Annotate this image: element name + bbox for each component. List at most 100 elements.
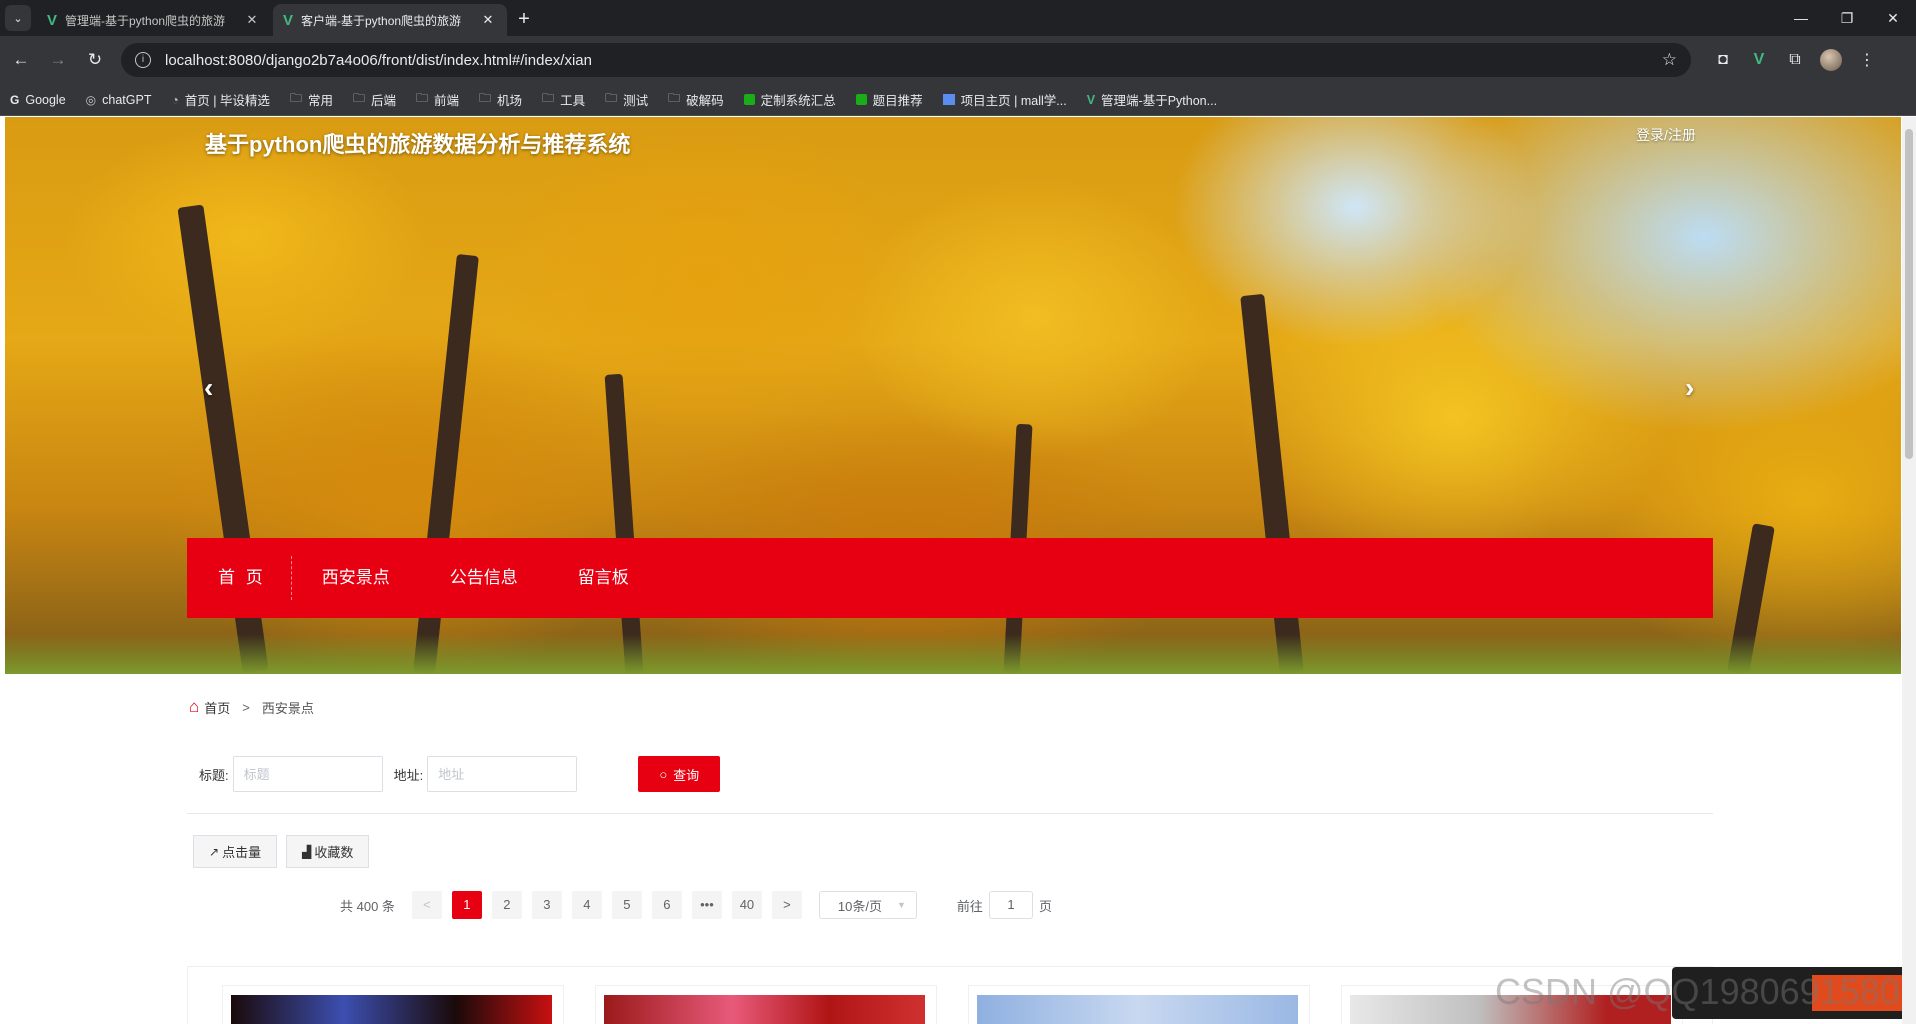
trend-icon: ↗ bbox=[209, 844, 220, 859]
page-button[interactable]: 5 bbox=[611, 891, 642, 919]
next-page-button[interactable]: > bbox=[771, 891, 802, 919]
browser-tab-strip: ⌄ V 管理端-基于python爬虫的旅游 ✕ V 客户端-基于python爬虫… bbox=[0, 0, 1916, 36]
folder-icon: 🗀 bbox=[542, 91, 555, 105]
tab-close-icon[interactable]: ✕ bbox=[243, 11, 261, 29]
sort-by-clicks-button[interactable]: ↗ 点击量 bbox=[193, 835, 278, 868]
page-button[interactable]: 1 bbox=[451, 891, 482, 919]
bookmark-sheet[interactable]: 定制系统汇总 bbox=[743, 90, 836, 109]
folder-icon: 🗀 bbox=[352, 91, 365, 105]
folder-icon: 🗀 bbox=[605, 91, 618, 105]
more-pages-button[interactable]: ••• bbox=[691, 891, 722, 919]
site-info-icon[interactable]: i bbox=[135, 52, 151, 68]
carousel-prev-icon[interactable]: ‹ bbox=[204, 372, 213, 404]
vue-icon: V bbox=[283, 11, 294, 29]
bookmark-folder[interactable]: 🗀 后端 bbox=[353, 89, 396, 110]
page-scrollbar[interactable] bbox=[1902, 117, 1916, 1024]
nav-home[interactable]: 首 页 bbox=[187, 556, 292, 600]
new-tab-button[interactable]: + bbox=[509, 4, 539, 36]
address-label: 地址: bbox=[393, 767, 424, 783]
attraction-card[interactable] bbox=[222, 985, 564, 1024]
tab-close-icon[interactable]: ✕ bbox=[479, 11, 497, 29]
chart-icon: ▟ bbox=[302, 844, 312, 859]
pagination: 共 400 条 < 1 2 3 4 5 6 ••• 40 > 10条/页 ▼ 前… bbox=[340, 891, 1052, 919]
extension-icon[interactable]: ◘ bbox=[1705, 51, 1741, 69]
back-button[interactable]: ← bbox=[5, 44, 37, 76]
goto-page-input[interactable]: 1 bbox=[988, 891, 1033, 919]
title-input[interactable] bbox=[232, 756, 383, 792]
tab-search-button[interactable]: ⌄ bbox=[5, 5, 31, 31]
address-bar[interactable]: i localhost:8080/django2b7a4o06/front/di… bbox=[121, 43, 1691, 77]
search-button[interactable]: ○ 查询 bbox=[638, 756, 721, 792]
home-icon: ⌂ bbox=[189, 697, 200, 716]
close-window-button[interactable]: ✕ bbox=[1870, 0, 1916, 36]
breadcrumb-separator: > bbox=[242, 699, 250, 715]
goto-label: 前往 bbox=[956, 898, 983, 914]
prev-page-button[interactable]: < bbox=[411, 891, 442, 919]
bookmark-chatgpt[interactable]: ◎ chatGPT bbox=[86, 93, 152, 107]
minimize-button[interactable]: — bbox=[1778, 0, 1824, 36]
breadcrumb-current: 西安景点 bbox=[261, 700, 314, 716]
search-icon: ○ bbox=[659, 766, 668, 782]
bookmark-vue[interactable]: V 管理端-基于Python... bbox=[1087, 90, 1217, 109]
profile-avatar[interactable] bbox=[1820, 49, 1842, 71]
bookmark-folder[interactable]: 🗀 常用 bbox=[290, 89, 333, 110]
bookmark-folder[interactable]: 🗀 机场 bbox=[479, 89, 522, 110]
bookmark-star-icon[interactable]: ☆ bbox=[1662, 50, 1677, 70]
nav-xian-attractions[interactable]: 西安景点 bbox=[292, 556, 420, 600]
breadcrumb: ⌂ 首页 > 西安景点 bbox=[189, 697, 314, 717]
browser-toolbar: ← → ↻ i localhost:8080/django2b7a4o06/fr… bbox=[0, 36, 1916, 84]
vue-devtools-icon[interactable]: V bbox=[1741, 51, 1777, 69]
carousel-next-icon[interactable]: › bbox=[1685, 372, 1694, 404]
search-form: 标题: 地址: ○ 查询 bbox=[199, 756, 721, 792]
reload-button[interactable]: ↻ bbox=[79, 44, 111, 76]
folder-icon: 🗀 bbox=[415, 91, 428, 105]
address-input[interactable] bbox=[427, 756, 578, 792]
title-label: 标题: bbox=[199, 767, 229, 783]
browser-tab-client[interactable]: V 客户端-基于python爬虫的旅游 ✕ bbox=[273, 4, 507, 36]
pagination-total: 共 400 条 bbox=[340, 898, 395, 914]
restore-button[interactable]: ❐ bbox=[1824, 0, 1870, 36]
bookmark-folder[interactable]: 🗀 前端 bbox=[416, 89, 459, 110]
bookmark-folder[interactable]: 🗀 测试 bbox=[605, 89, 648, 110]
bookmark-folder[interactable]: 🗀 破解码 bbox=[668, 89, 724, 110]
menu-kebab-icon[interactable]: ⋮ bbox=[1849, 50, 1885, 70]
page-button[interactable]: 4 bbox=[571, 891, 602, 919]
page-icon bbox=[942, 94, 955, 105]
attraction-list bbox=[187, 966, 1713, 1024]
bookmark-site[interactable]: ◔ 首页 | 毕设精选 bbox=[171, 90, 269, 109]
browser-tab-admin[interactable]: V 管理端-基于python爬虫的旅游 ✕ bbox=[37, 4, 271, 36]
site-title: 基于python爬虫的旅游数据分析与推荐系统 bbox=[205, 132, 631, 157]
watermark: CSDN @QQ1980691580 bbox=[1495, 971, 1900, 1012]
nav-notices[interactable]: 公告信息 bbox=[420, 556, 548, 600]
divider bbox=[187, 813, 1713, 814]
page-button[interactable]: 40 bbox=[731, 891, 762, 919]
sort-favorites-label: 收藏数 bbox=[314, 845, 354, 860]
bookmark-folder[interactable]: 🗀 工具 bbox=[542, 89, 585, 110]
bookmark-google[interactable]: G Google bbox=[10, 93, 66, 107]
page-size-select[interactable]: 10条/页 ▼ bbox=[818, 891, 917, 919]
attraction-image bbox=[231, 995, 552, 1024]
scrollbar-thumb[interactable] bbox=[1905, 129, 1913, 459]
chevron-down-icon: ▼ bbox=[897, 900, 906, 910]
forward-button[interactable]: → bbox=[42, 44, 74, 76]
attraction-card[interactable] bbox=[595, 985, 937, 1024]
nav-message-board[interactable]: 留言板 bbox=[548, 556, 659, 600]
attraction-image bbox=[977, 995, 1298, 1024]
bookmark-sheet[interactable]: 题目推荐 bbox=[855, 90, 923, 109]
goto-unit: 页 bbox=[1038, 898, 1052, 914]
site-icon: ◔ bbox=[171, 92, 179, 107]
google-icon: G bbox=[10, 92, 20, 107]
page-button[interactable]: 3 bbox=[531, 891, 562, 919]
search-button-label: 查询 bbox=[673, 767, 700, 783]
chatgpt-icon: ◎ bbox=[85, 92, 97, 107]
breadcrumb-home[interactable]: 首页 bbox=[204, 698, 230, 717]
attraction-card[interactable] bbox=[968, 985, 1310, 1024]
attraction-image bbox=[604, 995, 925, 1024]
page-button[interactable]: 2 bbox=[491, 891, 522, 919]
page-button[interactable]: 6 bbox=[651, 891, 682, 919]
bookmark-page[interactable]: 项目主页 | mall学... bbox=[942, 90, 1067, 109]
url-text[interactable]: localhost:8080/django2b7a4o06/front/dist… bbox=[165, 52, 1662, 69]
login-register-link[interactable]: 登录/注册 bbox=[1636, 125, 1696, 145]
puzzle-icon[interactable]: ⧉ bbox=[1777, 51, 1813, 69]
sort-by-favorites-button[interactable]: ▟ 收藏数 bbox=[286, 835, 370, 868]
